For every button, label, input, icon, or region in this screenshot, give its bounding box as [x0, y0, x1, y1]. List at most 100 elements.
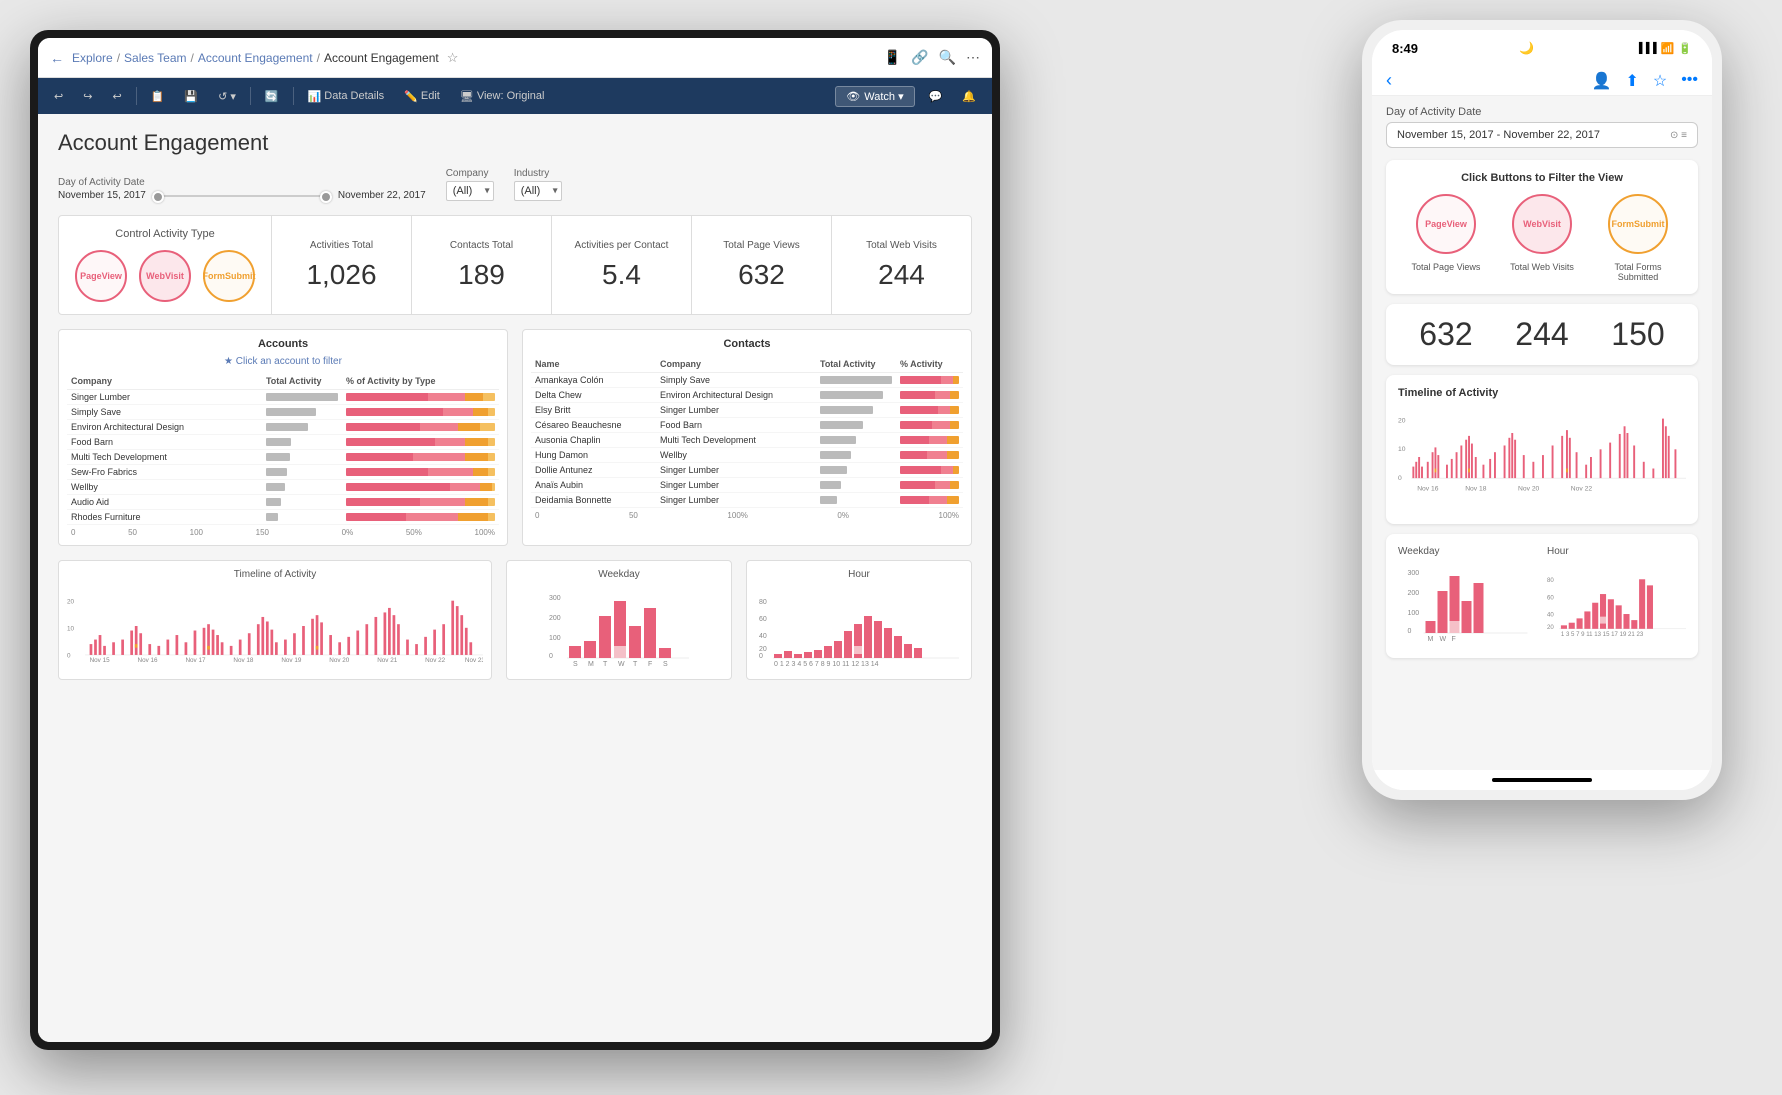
stat-total-web-visits-value: 244: [878, 259, 925, 291]
company-select[interactable]: (All): [446, 181, 494, 201]
industry-select[interactable]: (All): [514, 181, 562, 201]
table-row[interactable]: Anaïs Aubin Singer Lumber: [531, 478, 963, 493]
phone-date-picker[interactable]: November 15, 2017 - November 22, 2017 ⊙ …: [1386, 122, 1698, 148]
col-pct-type: % of Activity by Type: [342, 373, 499, 390]
col-pct-activity: % Activity: [896, 356, 963, 373]
contact-axis-0: 0: [535, 511, 539, 520]
table-row[interactable]: Singer Lumber: [67, 390, 499, 405]
data-button[interactable]: 📋: [145, 88, 171, 105]
table-row[interactable]: Hung Damon Wellby: [531, 448, 963, 463]
stat-total-page-views-label: Total Page Views: [723, 240, 800, 251]
mobile-timeline-title: Timeline of Activity: [1398, 387, 1686, 399]
date-end: November 22, 2017: [338, 190, 426, 201]
hour-chart-box: Hour 80 60 40 20 0: [746, 560, 972, 680]
table-row[interactable]: Delta Chew Environ Architectural Design: [531, 388, 963, 403]
mobile-formsubmit-button[interactable]: FormSubmit: [1608, 194, 1668, 254]
svg-text:80: 80: [759, 599, 767, 606]
profile-icon[interactable]: 👤: [1592, 71, 1612, 91]
share-icon[interactable]: 🔗: [911, 49, 928, 66]
table-row[interactable]: Dollie Antunez Singer Lumber: [531, 463, 963, 478]
timeline-chart-box: Timeline of Activity 20 10 0: [58, 560, 492, 680]
contact-pct-0: 0%: [837, 511, 849, 520]
phone-status-icons: ▐▐▐ 📶 🔋: [1635, 42, 1692, 55]
redo-button[interactable]: ↪: [77, 88, 98, 105]
data-details-icon: 📊: [308, 90, 322, 103]
account-filter-link[interactable]: ★ Click an account to filter: [67, 356, 499, 367]
save-button[interactable]: 💾: [178, 88, 204, 105]
pct-100: 100%: [475, 528, 495, 537]
back-button[interactable]: ←: [50, 50, 64, 66]
breadcrumb-explore[interactable]: Explore: [72, 51, 113, 65]
accounts-table-box: Accounts ★ Click an account to filter Co…: [58, 329, 508, 546]
favorite-icon[interactable]: ☆: [1653, 71, 1667, 91]
date-slider[interactable]: November 15, 2017 November 22, 2017: [58, 190, 426, 201]
watch-button[interactable]: 👁 Watch ▾: [835, 86, 914, 107]
timeline-chart: 20 10 0: [67, 586, 483, 666]
mobile-weekday-title: Weekday: [1398, 546, 1537, 557]
view-button[interactable]: 🖥 View: Original: [454, 88, 551, 105]
table-row[interactable]: Sew-Fro Fabrics: [67, 465, 499, 480]
filter-buttons-title: Click Buttons to Filter the View: [1398, 172, 1686, 184]
filter-button[interactable]: 🔄: [259, 88, 285, 105]
mobile-weekday-svg: 300 200 100 0 M W: [1398, 561, 1537, 641]
table-row[interactable]: Deidamia Bonnette Singer Lumber: [531, 493, 963, 508]
weekday-chart: 300 200 100 0 S M: [515, 586, 723, 666]
device-icon[interactable]: 📱: [884, 49, 901, 66]
mobile-metric-webvisits: 244: [1515, 316, 1568, 353]
tablet-main-content: Account Engagement Day of Activity Date …: [38, 114, 992, 1042]
mobile-hour-svg: 80 60 40 20: [1547, 561, 1686, 641]
stat-total-web-visits-label: Total Web Visits: [866, 240, 937, 251]
stat-total-page-views-value: 632: [738, 259, 785, 291]
webvisit-button[interactable]: WebVisit: [139, 250, 191, 302]
phone-date-value: November 15, 2017 - November 22, 2017: [1397, 129, 1600, 141]
data-details-button[interactable]: 📊 Data Details: [302, 88, 391, 105]
phone-back-button[interactable]: ‹: [1386, 70, 1392, 91]
table-row[interactable]: Wellby: [67, 480, 499, 495]
table-row[interactable]: Ausonia Chaplin Multi Tech Development: [531, 433, 963, 448]
table-row[interactable]: Simply Save: [67, 405, 499, 420]
table-row[interactable]: Environ Architectural Design: [67, 420, 499, 435]
stat-activities-total-value: 1,026: [306, 259, 376, 291]
alert-icon[interactable]: 🔔: [956, 88, 982, 105]
svg-text:0: 0: [549, 653, 553, 660]
svg-text:Nov 16: Nov 16: [138, 657, 159, 664]
search-icon[interactable]: 🔍: [939, 49, 956, 66]
breadcrumb-sales-team[interactable]: Sales Team: [124, 51, 186, 65]
table-row[interactable]: Multi Tech Development: [67, 450, 499, 465]
share-icon[interactable]: ⬆: [1625, 71, 1638, 91]
svg-text:W: W: [618, 661, 625, 666]
date-picker-icon: ⊙ ≡: [1670, 130, 1687, 141]
table-row[interactable]: Food Barn: [67, 435, 499, 450]
table-row[interactable]: Rhodes Furniture: [67, 510, 499, 525]
favorite-icon[interactable]: ☆: [447, 50, 459, 66]
col-total-activity: Total Activity: [262, 373, 342, 390]
tablet-screen: ← Explore / Sales Team / Account Engagem…: [38, 38, 992, 1042]
undo2-button[interactable]: ↩: [106, 88, 127, 105]
svg-text:S: S: [573, 661, 578, 666]
more-icon[interactable]: •••: [1681, 71, 1698, 91]
stat-contacts-total-label: Contacts Total: [450, 240, 513, 251]
hour-chart: 80 60 40 20 0: [755, 586, 963, 666]
phone-time: 8:49: [1392, 41, 1418, 56]
table-row[interactable]: Elsy Britt Singer Lumber: [531, 403, 963, 418]
mobile-pageview-button[interactable]: PageView: [1416, 194, 1476, 254]
svg-text:40: 40: [759, 633, 767, 640]
breadcrumb-account-engagement[interactable]: Account Engagement: [198, 51, 313, 65]
comment-icon[interactable]: 💬: [923, 88, 949, 105]
menu-icon[interactable]: ⋯: [966, 49, 980, 66]
undo-button[interactable]: ↩: [48, 88, 69, 105]
table-row[interactable]: Césareo Beauchesne Food Barn: [531, 418, 963, 433]
pageview-button[interactable]: PageView: [75, 250, 127, 302]
svg-text:10: 10: [67, 626, 75, 633]
axis-label-50: 50: [128, 528, 137, 537]
svg-text:Nov 22: Nov 22: [1571, 486, 1593, 493]
view-icon: 🖥: [460, 90, 474, 103]
date-range-slider[interactable]: [152, 195, 332, 197]
refresh-button[interactable]: ↺ ▾: [212, 88, 242, 105]
table-row[interactable]: Audio Aid: [67, 495, 499, 510]
formsubmit-button[interactable]: FormSubmit: [203, 250, 255, 302]
filters-row: Day of Activity Date November 15, 2017 N…: [58, 168, 972, 201]
mobile-webvisit-button[interactable]: WebVisit: [1512, 194, 1572, 254]
edit-button[interactable]: ✏️ Edit: [398, 88, 446, 105]
table-row[interactable]: Amankaya Colón Simply Save: [531, 373, 963, 388]
